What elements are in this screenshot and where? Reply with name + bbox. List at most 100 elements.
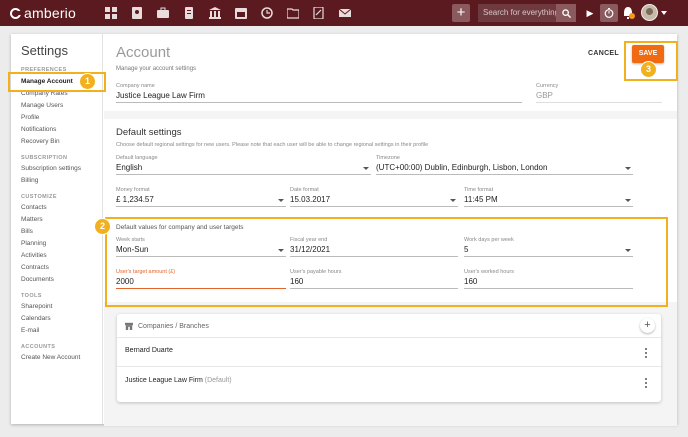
chevron-down-icon[interactable] [661,11,667,15]
section-divider [104,111,677,119]
timezone-select[interactable]: Timezone (UTC+00:00) Dublin, Edinburgh, … [376,155,633,175]
sidebar-item-create-new-account[interactable]: Create New Account [21,354,80,361]
stopwatch-icon [604,8,614,18]
more-vert-icon[interactable] [645,348,647,358]
chevron-down-icon [363,167,369,170]
branch-name: Bernard Duarte [125,347,173,354]
sidebar-item-calendars[interactable]: Calendars [21,315,51,322]
callout-frame-targets [105,217,668,307]
time-format-select[interactable]: Time format 11:45 PM [464,187,633,207]
money-format-select[interactable]: Money format £ 1,234.57 [116,187,286,207]
company-name-value: Justice League Law Firm [116,91,205,100]
sidebar-item-planning[interactable]: Planning [21,240,46,247]
sidebar-item-contracts[interactable]: Contracts [21,264,49,271]
currency-field: Currency GBP [536,83,662,103]
field-underline [116,174,371,175]
default-tag: (Default) [204,377,232,384]
timezone-value: (UTC+00:00) Dublin, Edinburgh, Lisbon, L… [376,163,548,172]
time-format-label: Time format [464,187,494,193]
sidebar-section-customize: CUSTOMIZE [21,194,57,200]
branches-header: Companies / Branches [125,322,209,330]
folder-icon[interactable] [280,0,306,26]
money-format-label: Money format [116,187,150,193]
date-format-label: Date format [290,187,319,193]
row-divider [117,337,661,338]
mail-icon[interactable] [332,0,358,26]
field-underline [116,102,522,103]
top-bar: amberio + ▶ [0,0,688,26]
sidebar-item-email[interactable]: E-mail [21,327,39,334]
bank-icon[interactable] [202,0,228,26]
store-icon [125,322,133,330]
branch-row[interactable]: Justice League Law Firm (Default) [125,377,232,384]
activities-icon[interactable] [254,0,280,26]
page-subtitle: Manage your account settings [116,66,197,72]
branch-name: Justice League Law Firm [125,377,203,384]
default-language-value: English [116,163,143,172]
sidebar-section-tools: TOOLS [21,293,42,299]
sidebar-item-documents[interactable]: Documents [21,276,54,283]
sidebar-title: Settings [21,43,68,58]
avatar[interactable] [641,4,658,21]
search-icon [561,8,571,18]
sidebar-item-billing[interactable]: Billing [21,177,38,184]
row-divider [117,366,661,367]
calendar-icon[interactable] [228,0,254,26]
default-settings-note: Choose default regional settings for new… [116,142,429,148]
time-format-value: 11:45 PM [464,195,498,204]
sidebar-section-subscription: SUBSCRIPTION [21,155,68,161]
currency-label: Currency [536,83,559,89]
search-button[interactable] [556,4,576,22]
branch-row[interactable]: Bernard Duarte [125,347,173,354]
dashboard-icon[interactable] [98,0,124,26]
callout-badge-3: 3 [641,62,656,77]
sidebar-item-manage-users[interactable]: Manage Users [21,102,63,109]
branches-panel: Companies / Branches + Bernard Duarte Ju… [117,314,661,402]
add-button[interactable]: + [452,4,470,22]
sidebar-item-subscription-settings[interactable]: Subscription settings [21,165,81,172]
company-name-label: Company name [116,83,155,89]
money-format-value: £ 1,234.57 [116,195,154,204]
branches-title: Companies / Branches [138,322,209,330]
timezone-label: Timezone [376,155,400,161]
callout-badge-2: 2 [95,219,110,234]
sidebar-item-bills[interactable]: Bills [21,228,33,235]
chevron-down-icon [450,199,456,202]
cancel-button[interactable]: CANCEL [588,50,619,57]
chevron-down-icon [278,199,284,202]
field-underline [376,174,633,175]
more-vert-icon[interactable] [645,378,647,388]
sidebar-item-contacts[interactable]: Contacts [21,204,47,211]
field-underline [536,102,662,103]
company-name-field[interactable]: Company name Justice League Law Firm [116,83,522,103]
field-underline [464,206,633,207]
sidebar-item-activities[interactable]: Activities [21,252,47,259]
sidebar-item-matters[interactable]: Matters [21,216,43,223]
add-branch-button[interactable]: + [640,318,655,333]
documents-icon[interactable] [306,0,332,26]
brand-logo[interactable]: amberio [10,5,76,21]
chevron-down-icon [625,167,631,170]
settings-sidebar: Settings PREFERENCES Manage Account Comp… [11,34,103,424]
callout-badge-1: 1 [80,74,95,89]
date-format-value: 15.03.2017 [290,195,331,204]
contacts-icon[interactable] [124,0,150,26]
sidebar-item-sharepoint[interactable]: Sharepoint [21,303,52,310]
logo-icon [10,7,21,19]
page-title: Account [116,44,171,61]
sidebar-item-recovery-bin[interactable]: Recovery Bin [21,138,60,145]
default-language-select[interactable]: Default language English [116,155,371,175]
field-underline [116,206,286,207]
chevron-down-icon [625,199,631,202]
sidebar-section-accounts: ACCOUNTS [21,344,56,350]
default-language-label: Default language [116,155,158,161]
play-icon[interactable]: ▶ [582,4,598,22]
sidebar-item-profile[interactable]: Profile [21,114,39,121]
sidebar-item-notifications[interactable]: Notifications [21,126,56,133]
bills-icon[interactable] [176,0,202,26]
matters-icon[interactable] [150,0,176,26]
currency-value: GBP [536,91,553,100]
field-underline [290,206,458,207]
timer-button[interactable] [600,4,618,22]
date-format-select[interactable]: Date format 15.03.2017 [290,187,458,207]
